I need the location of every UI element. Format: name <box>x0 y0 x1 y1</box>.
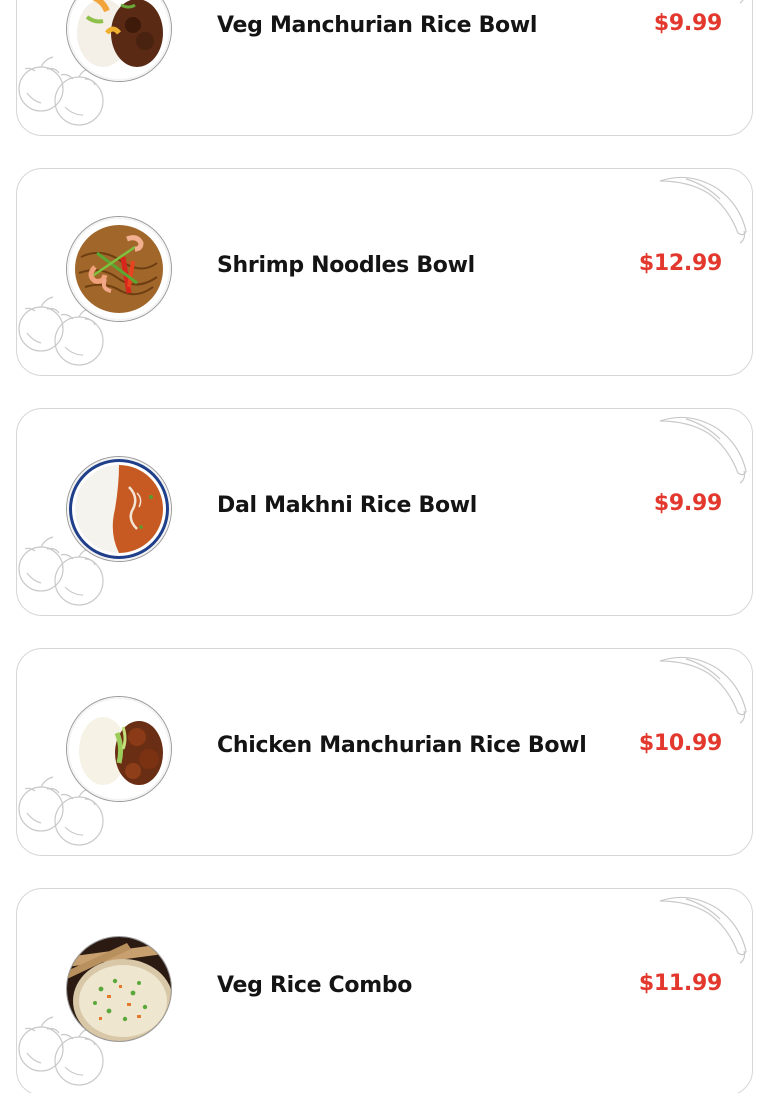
menu-item-name: Veg Rice Combo <box>217 973 413 998</box>
menu-item-price: $11.99 <box>638 971 722 996</box>
menu-item-card[interactable]: Shrimp Noodles Bowl $12.99 <box>16 168 753 376</box>
dal-makhni-rice-bowl-photo <box>67 457 171 561</box>
menu-item-card[interactable]: Chicken Manchurian Rice Bowl $10.99 <box>16 648 753 856</box>
chili-decoration-icon <box>659 896 747 964</box>
chili-decoration-icon <box>659 656 747 724</box>
veg-rice-combo-photo <box>67 937 171 1041</box>
chicken-manchurian-rice-bowl-photo <box>67 697 171 801</box>
menu-item-card[interactable]: Veg Manchurian Rice Bowl $9.99 <box>16 0 753 136</box>
chili-decoration-icon <box>659 416 747 484</box>
menu-item-price: $9.99 <box>653 11 722 36</box>
shrimp-noodles-bowl-photo <box>67 217 171 321</box>
menu-item-price: $12.99 <box>638 251 722 276</box>
menu-item-price: $9.99 <box>653 491 722 516</box>
menu-item-card[interactable]: Dal Makhni Rice Bowl $9.99 <box>16 408 753 616</box>
menu-item-name: Veg Manchurian Rice Bowl <box>217 13 538 38</box>
menu-item-name: Dal Makhni Rice Bowl <box>217 493 478 518</box>
menu-item-list: Veg Manchurian Rice Bowl $9.99 Shrimp No… <box>0 0 770 1093</box>
menu-item-price: $10.99 <box>638 731 722 756</box>
chili-decoration-icon <box>739 0 744 4</box>
menu-item-name: Chicken Manchurian Rice Bowl <box>217 733 587 758</box>
chili-decoration-icon <box>659 176 747 244</box>
menu-item-card[interactable]: Veg Rice Combo $11.99 <box>16 888 753 1093</box>
menu-item-name: Shrimp Noodles Bowl <box>217 253 475 278</box>
